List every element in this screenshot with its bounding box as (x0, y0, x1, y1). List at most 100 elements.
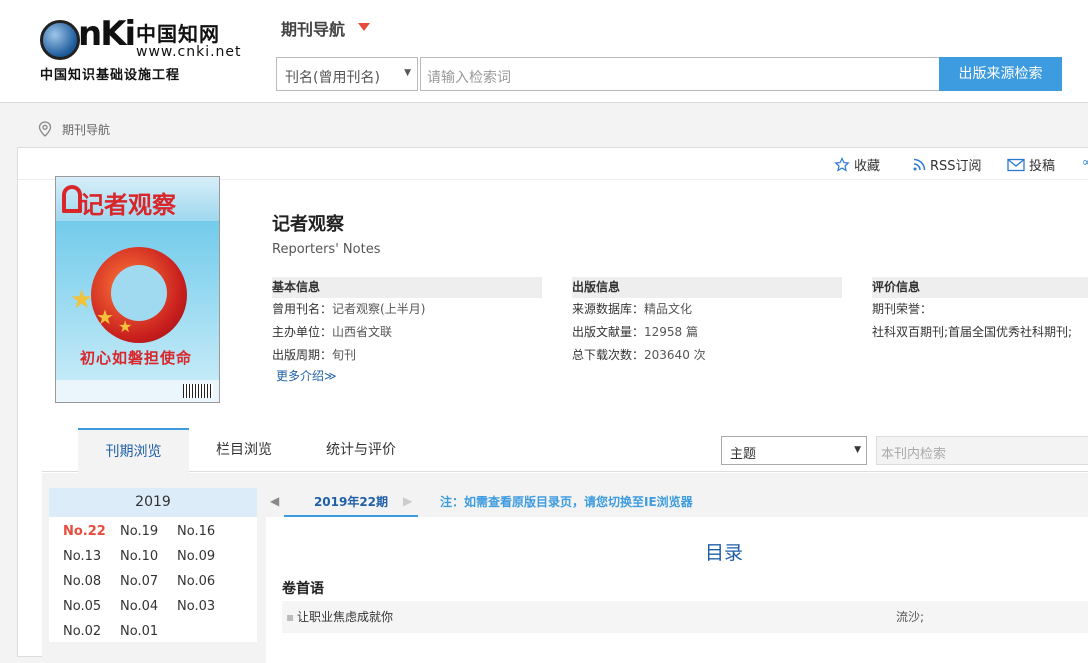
globe-icon (40, 20, 80, 60)
info-row: 曾用刊名：记者观察(上半月) (272, 298, 542, 321)
article-title[interactable]: 让职业焦虑成就你 (297, 601, 393, 633)
tab-column-browse[interactable]: 栏目浏览 (204, 428, 284, 472)
caret-down-icon[interactable] (358, 23, 370, 31)
logo-letters: nKi (78, 14, 136, 54)
next-issue-icon[interactable]: ▶ (403, 494, 412, 508)
honor-label: 期刊荣誉： (872, 302, 933, 316)
year-heading[interactable]: 2019 (49, 488, 257, 517)
topic-select-value: 主题 (730, 447, 757, 462)
info-value: 203640 次 (644, 348, 706, 362)
star-icon (834, 156, 850, 172)
issue-link[interactable]: No.05 (63, 597, 120, 617)
info-label: 主办单位： (272, 325, 333, 339)
ie-browser-note: 注：如需查看原版目录页，请您切换至IE浏览器 (440, 495, 693, 509)
favorite-label: 收藏 (854, 159, 881, 174)
topic-select[interactable]: 主题 ▼ (721, 436, 867, 465)
logo-url: www.cnki.net (136, 44, 242, 60)
info-value: 旬刊 (332, 348, 357, 362)
info-row: 出版文献量：12958 篇 (572, 321, 842, 344)
info-row: 主办单位：山西省文联 (272, 321, 542, 344)
cnki-logo[interactable]: nKi 中国知网 www.cnki.net 中国知识基础设施工程 (40, 14, 241, 84)
journal-card: 收藏 RSS订阅 投稿 ∝ 记者观察 ★ ★ ★ 初心如磐担使命 记者观察 Re… (17, 147, 1088, 663)
search-input[interactable]: 请输入检索词 (420, 57, 940, 91)
header: nKi 中国知网 www.cnki.net 中国知识基础设施工程 期刊导航 刊名… (0, 0, 1088, 103)
logo-subtitle: 中国知识基础设施工程 (40, 68, 181, 83)
honor-value: 社科双百期刊;首届全国优秀社科期刊; (872, 325, 1073, 339)
info-value: 精品文化 (644, 302, 693, 316)
info-label: 来源数据库： (572, 302, 645, 316)
search-type-value: 刊名(曾用刊名) (285, 70, 380, 86)
cover-slogan: 初心如磐担使命 (80, 349, 193, 367)
eval-info-block: 评价信息 期刊荣誉： 社科双百期刊;首届全国优秀社科期刊; (872, 277, 1088, 344)
current-issue-label: 2019年22期 (284, 488, 418, 517)
journal-search-input[interactable]: 本刊内检索 (876, 436, 1088, 465)
favorite-button[interactable]: 收藏 (834, 155, 880, 174)
tab-stats-eval[interactable]: 统计与评价 (312, 428, 410, 472)
bullet-icon: ▪ (286, 610, 295, 624)
issue-link[interactable]: No.13 (63, 547, 120, 567)
cover-logo-icon (62, 185, 82, 213)
info-value: 山西省文联 (332, 325, 393, 339)
info-row: 来源数据库：精品文化 (572, 298, 842, 321)
issue-link[interactable]: No.22 (63, 522, 120, 542)
submit-label: 投稿 (1029, 159, 1056, 174)
basic-info-block: 基本信息 曾用刊名：记者观察(上半月) 主办单位：山西省文联 出版周期：旬刊 更… (272, 277, 542, 384)
cover-emblem-inner (111, 265, 167, 321)
issue-link[interactable]: No.08 (63, 572, 120, 592)
share-icon[interactable]: ∝ (1082, 155, 1088, 169)
toc-panel: ◀ 2019年22期 ▶ 注：如需查看原版目录页，请您切换至IE浏览器 目录 卷… (266, 488, 1088, 663)
rss-label: RSS订阅 (930, 159, 982, 174)
issue-link[interactable]: No.09 (177, 547, 234, 567)
info-label: 总下载次数： (572, 348, 645, 362)
basic-info-heading: 基本信息 (272, 277, 542, 298)
search-type-select[interactable]: 刊名(曾用刊名) ▼ (276, 57, 418, 91)
publish-info-heading: 出版信息 (572, 277, 842, 298)
toc-title: 目录 (704, 542, 743, 564)
dropdown-arrow-icon: ▼ (404, 68, 411, 78)
search-button[interactable]: 出版来源检索 (939, 57, 1062, 91)
info-label: 曾用刊名： (272, 302, 333, 316)
eval-info-heading: 评价信息 (872, 277, 1088, 298)
prev-issue-icon[interactable]: ◀ (270, 494, 279, 508)
browse-area: 2019 No.22 No.19 No.16 No.13 No.10 No.09… (42, 473, 1088, 663)
submit-button[interactable]: 投稿 (1007, 155, 1055, 174)
breadcrumb: 期刊导航 (38, 118, 110, 140)
more-intro-link[interactable]: 更多介绍≫ (272, 367, 542, 384)
journal-cover-image[interactable]: 记者观察 ★ ★ ★ 初心如磐担使命 (55, 176, 220, 403)
info-label: 出版周期： (272, 348, 333, 362)
breadcrumb-label[interactable]: 期刊导航 (62, 121, 110, 138)
year-panel: 2019 No.22 No.19 No.16 No.13 No.10 No.09… (49, 488, 257, 642)
location-pin-icon (38, 121, 52, 137)
issue-link[interactable]: No.04 (120, 597, 177, 617)
tab-issue-browse[interactable]: 刊期浏览 (78, 428, 189, 473)
issue-link[interactable]: No.03 (177, 597, 234, 617)
info-row: 总下载次数：203640 次 (572, 344, 842, 367)
rss-icon (913, 158, 926, 171)
issue-grid: No.22 No.19 No.16 No.13 No.10 No.09 No.0… (63, 522, 234, 642)
publish-info-block: 出版信息 来源数据库：精品文化 出版文献量：12958 篇 总下载次数：2036… (572, 277, 842, 367)
cover-star-icon: ★ (96, 305, 114, 329)
info-value: 12958 篇 (644, 325, 699, 339)
journal-nav-menu[interactable]: 期刊导航 (281, 16, 345, 40)
cover-title: 记者观察 (80, 191, 176, 219)
issue-link[interactable]: No.16 (177, 522, 234, 542)
barcode-icon (183, 384, 213, 398)
issue-link[interactable]: No.10 (120, 547, 177, 567)
rss-button[interactable]: RSS订阅 (913, 155, 982, 174)
info-label: 出版文献量： (572, 325, 645, 339)
issue-link[interactable]: No.01 (120, 622, 177, 642)
issue-link[interactable]: No.19 (120, 522, 177, 542)
issue-nav: ◀ 2019年22期 ▶ 注：如需查看原版目录页，请您切换至IE浏览器 (266, 488, 1088, 517)
cover-star-icon: ★ (70, 285, 94, 315)
logo-chinese-name: 中国知网 (136, 22, 220, 46)
dropdown-arrow-icon: ▼ (854, 445, 861, 455)
issue-link[interactable]: No.06 (177, 572, 234, 592)
article-row[interactable]: ▪ 让职业焦虑成就你 流沙; (282, 601, 1088, 633)
tabs-bar: 刊期浏览 栏目浏览 统计与评价 主题 ▼ 本刊内检索 (42, 428, 1088, 473)
issue-link[interactable]: No.02 (63, 622, 120, 642)
envelope-icon (1007, 158, 1025, 171)
article-author[interactable]: 流沙; (896, 601, 924, 633)
info-value: 记者观察(上半月) (332, 302, 426, 316)
cover-star-icon: ★ (118, 317, 133, 336)
issue-link[interactable]: No.07 (120, 572, 177, 592)
